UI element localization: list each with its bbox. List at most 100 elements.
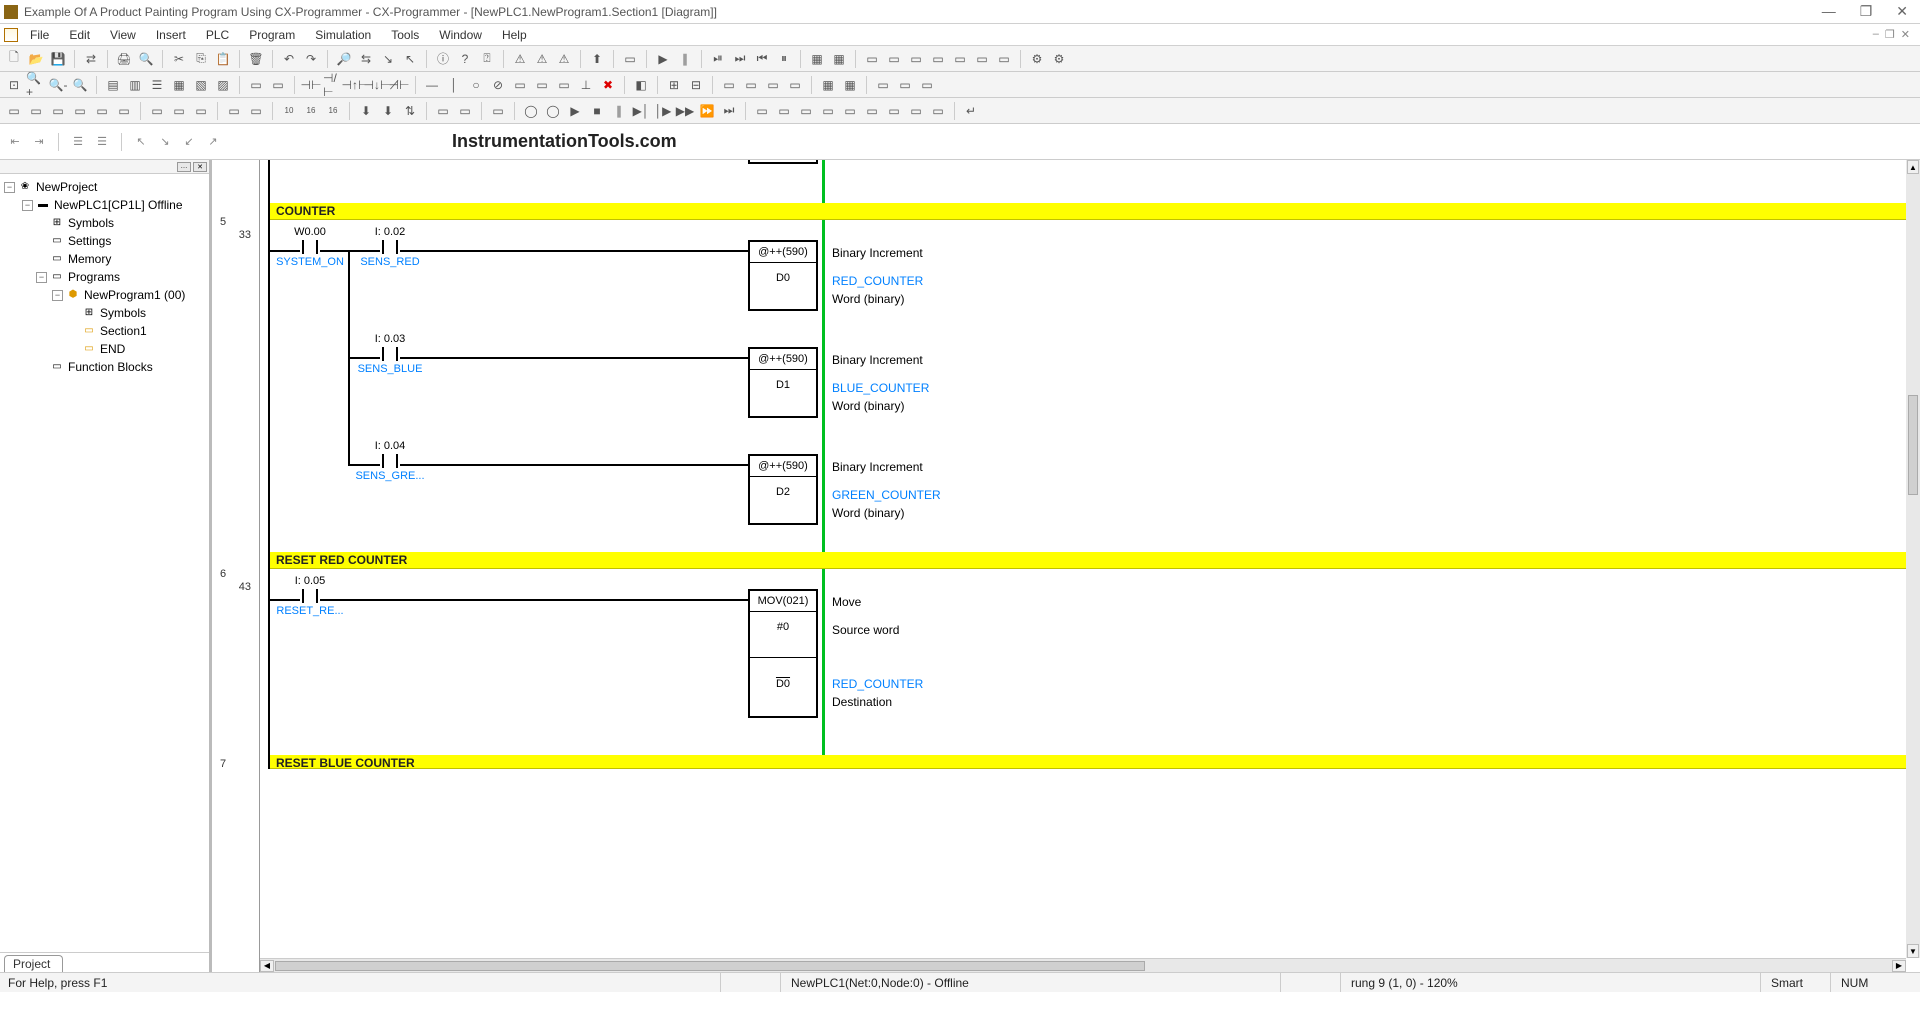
menu-program[interactable]: Program xyxy=(241,26,303,44)
section-icon[interactable]: ▭ xyxy=(246,75,266,95)
scroll-left-icon[interactable]: ◀ xyxy=(260,960,274,972)
copy-icon[interactable]: ⎘ xyxy=(191,49,211,69)
contact-n-icon[interactable]: ⊣↓⊢ xyxy=(367,75,387,95)
net1-icon[interactable]: ▭ xyxy=(862,49,882,69)
grp2-icon[interactable]: ▭ xyxy=(741,75,761,95)
monitor-icon[interactable]: ▭ xyxy=(620,49,640,69)
menu-help[interactable]: Help xyxy=(494,26,535,44)
zoom-in-icon[interactable]: 🔍+ xyxy=(26,75,46,95)
contact-no-icon[interactable]: ⊣⊢ xyxy=(301,75,321,95)
win3-icon[interactable]: ▭ xyxy=(48,101,68,121)
plc-tool5-icon[interactable]: ▭ xyxy=(917,75,937,95)
find-prev-icon[interactable]: ↖ xyxy=(400,49,420,69)
line-v-icon[interactable]: │ xyxy=(444,75,464,95)
num16h-icon[interactable]: 16 xyxy=(323,101,343,121)
delete-icon[interactable]: 🗑 xyxy=(246,49,266,69)
paste-icon[interactable]: 📋 xyxy=(213,49,233,69)
align3-icon[interactable]: ▭ xyxy=(796,101,816,121)
online2-icon[interactable]: ▭ xyxy=(455,101,475,121)
warn1-icon[interactable]: ⚠ xyxy=(510,49,530,69)
diagram-icon[interactable]: ◧ xyxy=(631,75,651,95)
tree-p1-end[interactable]: ▭ END xyxy=(4,340,209,358)
rung-body-counter[interactable]: W0.00 SYSTEM_ON I: 0.02 SENS_RED xyxy=(270,220,1906,552)
panel-close-icon[interactable]: ✕ xyxy=(193,162,207,172)
tree-memory[interactable]: ▭ Memory xyxy=(4,250,209,268)
net6-icon[interactable]: ▭ xyxy=(972,49,992,69)
cut-icon[interactable]: ✂ xyxy=(169,49,189,69)
step-in-icon[interactable]: ▶│ xyxy=(631,101,651,121)
contact-reset-red[interactable]: I: 0.05 RESET_RE... xyxy=(270,575,350,617)
transfer-icon[interactable]: ⬆ xyxy=(587,49,607,69)
num16d-icon[interactable]: 16 xyxy=(301,101,321,121)
tree-programs[interactable]: − ▭ Programs xyxy=(4,268,209,286)
tree-program1[interactable]: − ⬢ NewProgram1 (00) xyxy=(4,286,209,304)
nav-up-icon[interactable]: ↖ xyxy=(132,133,150,151)
tree-p1-section1[interactable]: ▭ Section1 xyxy=(4,322,209,340)
grp3-icon[interactable]: ▭ xyxy=(763,75,783,95)
info-icon[interactable]: ⓘ xyxy=(433,49,453,69)
nav-r-icon[interactable]: ↗ xyxy=(204,133,222,151)
menu-simulation[interactable]: Simulation xyxy=(307,26,379,44)
rung-header-reset-blue[interactable]: RESET BLUE COUNTER xyxy=(270,755,1906,769)
rung-partial-top[interactable]: #50 Set Value xyxy=(270,160,1906,203)
tree-symbols[interactable]: ⊞ Symbols xyxy=(4,214,209,232)
coil-not-icon[interactable]: ⊘ xyxy=(488,75,508,95)
opt1-icon[interactable]: ⚙ xyxy=(1027,49,1047,69)
nav-l-icon[interactable]: ↙ xyxy=(180,133,198,151)
vertical-scrollbar[interactable]: ▲ ▼ xyxy=(1906,160,1920,958)
instruction-box[interactable]: #50 xyxy=(748,160,818,164)
win2-icon[interactable]: ▭ xyxy=(26,101,46,121)
context-help-icon[interactable]: ⍰ xyxy=(477,49,497,69)
step4-icon[interactable]: ⏸ xyxy=(774,49,794,69)
ff-icon[interactable]: ⏩ xyxy=(697,101,717,121)
zoom-out-icon[interactable]: 🔍- xyxy=(48,75,68,95)
ladder-editor[interactable]: 5 33 6 43 7 #50 xyxy=(212,160,1920,972)
tree-fblocks[interactable]: ▭ Function Blocks xyxy=(4,358,209,376)
compare-icon[interactable]: ⇄ xyxy=(81,49,101,69)
close-button[interactable]: ✕ xyxy=(1896,3,1908,20)
view1-icon[interactable]: ▤ xyxy=(103,75,123,95)
instruction-box-red[interactable]: @++(590) D0 xyxy=(748,240,818,311)
xref1-icon[interactable]: ⊞ xyxy=(664,75,684,95)
new-icon[interactable]: 🗋 xyxy=(4,49,24,69)
menu-tools[interactable]: Tools xyxy=(383,26,427,44)
panel-float-icon[interactable]: … xyxy=(177,162,191,172)
indent-right-icon[interactable]: ⇥ xyxy=(30,133,48,151)
tree-root[interactable]: − ❀ NewProject xyxy=(4,178,209,196)
return-icon[interactable]: ↵ xyxy=(961,101,981,121)
align9-icon[interactable]: ▭ xyxy=(928,101,948,121)
dbg2-icon[interactable]: ◯ xyxy=(543,101,563,121)
rung-header-reset-red[interactable]: RESET RED COUNTER xyxy=(270,552,1906,569)
menu-file[interactable]: File xyxy=(22,26,57,44)
step2-icon[interactable]: ⏭ xyxy=(730,49,750,69)
online1-icon[interactable]: ▭ xyxy=(433,101,453,121)
step3-icon[interactable]: ⏮ xyxy=(752,49,772,69)
sim1-icon[interactable]: ▭ xyxy=(147,101,167,121)
win4-icon[interactable]: ▭ xyxy=(70,101,90,121)
print-preview-icon[interactable]: 🔍 xyxy=(136,49,156,69)
sim2-icon[interactable]: ▭ xyxy=(169,101,189,121)
print-icon[interactable]: 🖨 xyxy=(114,49,134,69)
tree-settings[interactable]: ▭ Settings xyxy=(4,232,209,250)
expand-icon[interactable]: − xyxy=(52,290,63,301)
mdi-restore-icon[interactable]: ❐ xyxy=(1885,28,1895,41)
end-icon[interactable]: ⏭ xyxy=(719,101,739,121)
contact-sens-blue[interactable]: I: 0.03 SENS_BLUE xyxy=(350,333,430,375)
section2-icon[interactable]: ▭ xyxy=(268,75,288,95)
list2-icon[interactable]: ☰ xyxy=(93,133,111,151)
view6-icon[interactable]: ▨ xyxy=(213,75,233,95)
align7-icon[interactable]: ▭ xyxy=(884,101,904,121)
replace-icon[interactable]: ⇆ xyxy=(356,49,376,69)
dbg1-icon[interactable]: ◯ xyxy=(521,101,541,121)
num10-icon[interactable]: 10 xyxy=(279,101,299,121)
rung-body-reset-red[interactable]: I: 0.05 RESET_RE... MOV(021) #0 D0 Mo xyxy=(270,569,1906,755)
rung-header-counter[interactable]: COUNTER xyxy=(270,203,1906,220)
horizontal-scrollbar[interactable]: ◀ ▶ xyxy=(260,958,1906,972)
minimize-button[interactable]: — xyxy=(1822,3,1836,20)
step-over-icon[interactable]: │▶ xyxy=(653,101,673,121)
redo-icon[interactable]: ↷ xyxy=(301,49,321,69)
scroll-thumb[interactable] xyxy=(1908,395,1918,495)
plc-tool2-icon[interactable]: ▦ xyxy=(840,75,860,95)
play-icon[interactable]: ▶ xyxy=(565,101,585,121)
step1-icon[interactable]: ⏯ xyxy=(708,49,728,69)
